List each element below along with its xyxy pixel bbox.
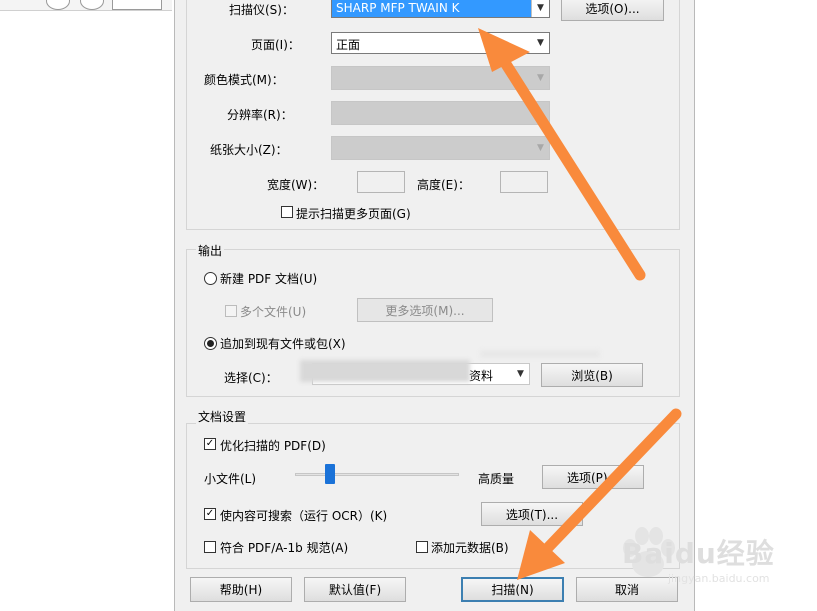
more-options-button[interactable]: 更多选项(M)...	[357, 298, 493, 322]
help-button[interactable]: 帮助(H)	[190, 577, 292, 602]
quality-slider-thumb[interactable]	[324, 464, 335, 484]
watermark-subtext: jingyan.baidu.com	[668, 572, 770, 585]
options-t-button[interactable]: 选项(T)...	[481, 502, 583, 526]
watermark-text: Baidu经验	[622, 537, 775, 570]
high-quality-label: 高质量	[478, 472, 515, 486]
toolbar-field-remnant[interactable]	[112, 0, 162, 10]
pdfa-checkbox[interactable]	[204, 541, 216, 553]
optimize-pdf-label: 优化扫描的 PDF(D)	[220, 439, 326, 453]
metadata-label: 添加元数据(B)	[431, 541, 509, 555]
baidu-watermark: Baidu经验 jingyan.baidu.com	[618, 526, 808, 588]
multiple-files-label: 多个文件(U)	[240, 305, 307, 319]
append-existing-label: 追加到现有文件或包(X)	[220, 337, 346, 351]
options-p-button[interactable]: 选项(P)...	[542, 465, 644, 489]
select-file-suffix: 资料	[469, 369, 494, 383]
output-group-title: 输出	[196, 242, 225, 259]
searchable-label: 使内容可搜索（运行 OCR）(K)	[220, 509, 388, 523]
small-file-label: 小文件(L)	[204, 472, 257, 486]
blurred-path	[300, 360, 470, 382]
defaults-button[interactable]: 默认值(F)	[304, 577, 406, 602]
searchable-checkbox[interactable]: ✓	[204, 508, 216, 520]
new-pdf-label: 新建 PDF 文档(U)	[220, 272, 318, 286]
multiple-files-checkbox[interactable]	[225, 305, 237, 317]
quality-slider-track[interactable]	[295, 473, 459, 476]
append-existing-radio[interactable]	[204, 337, 217, 350]
scan-button[interactable]: 扫描(N)	[461, 577, 564, 602]
pdfa-label: 符合 PDF/A-1b 规范(A)	[220, 541, 349, 555]
blurred-path-2	[480, 350, 600, 358]
metadata-checkbox[interactable]	[416, 541, 428, 553]
select-label: 选择(C)：	[224, 371, 278, 385]
new-pdf-radio[interactable]	[204, 272, 217, 285]
chevron-down-icon[interactable]: ▼	[512, 364, 529, 384]
scanner-group-frame	[186, 0, 680, 230]
doc-settings-group-title: 文档设置	[196, 408, 249, 425]
browse-button[interactable]: 浏览(B)	[541, 363, 643, 387]
optimize-pdf-checkbox[interactable]: ✓	[204, 438, 216, 450]
